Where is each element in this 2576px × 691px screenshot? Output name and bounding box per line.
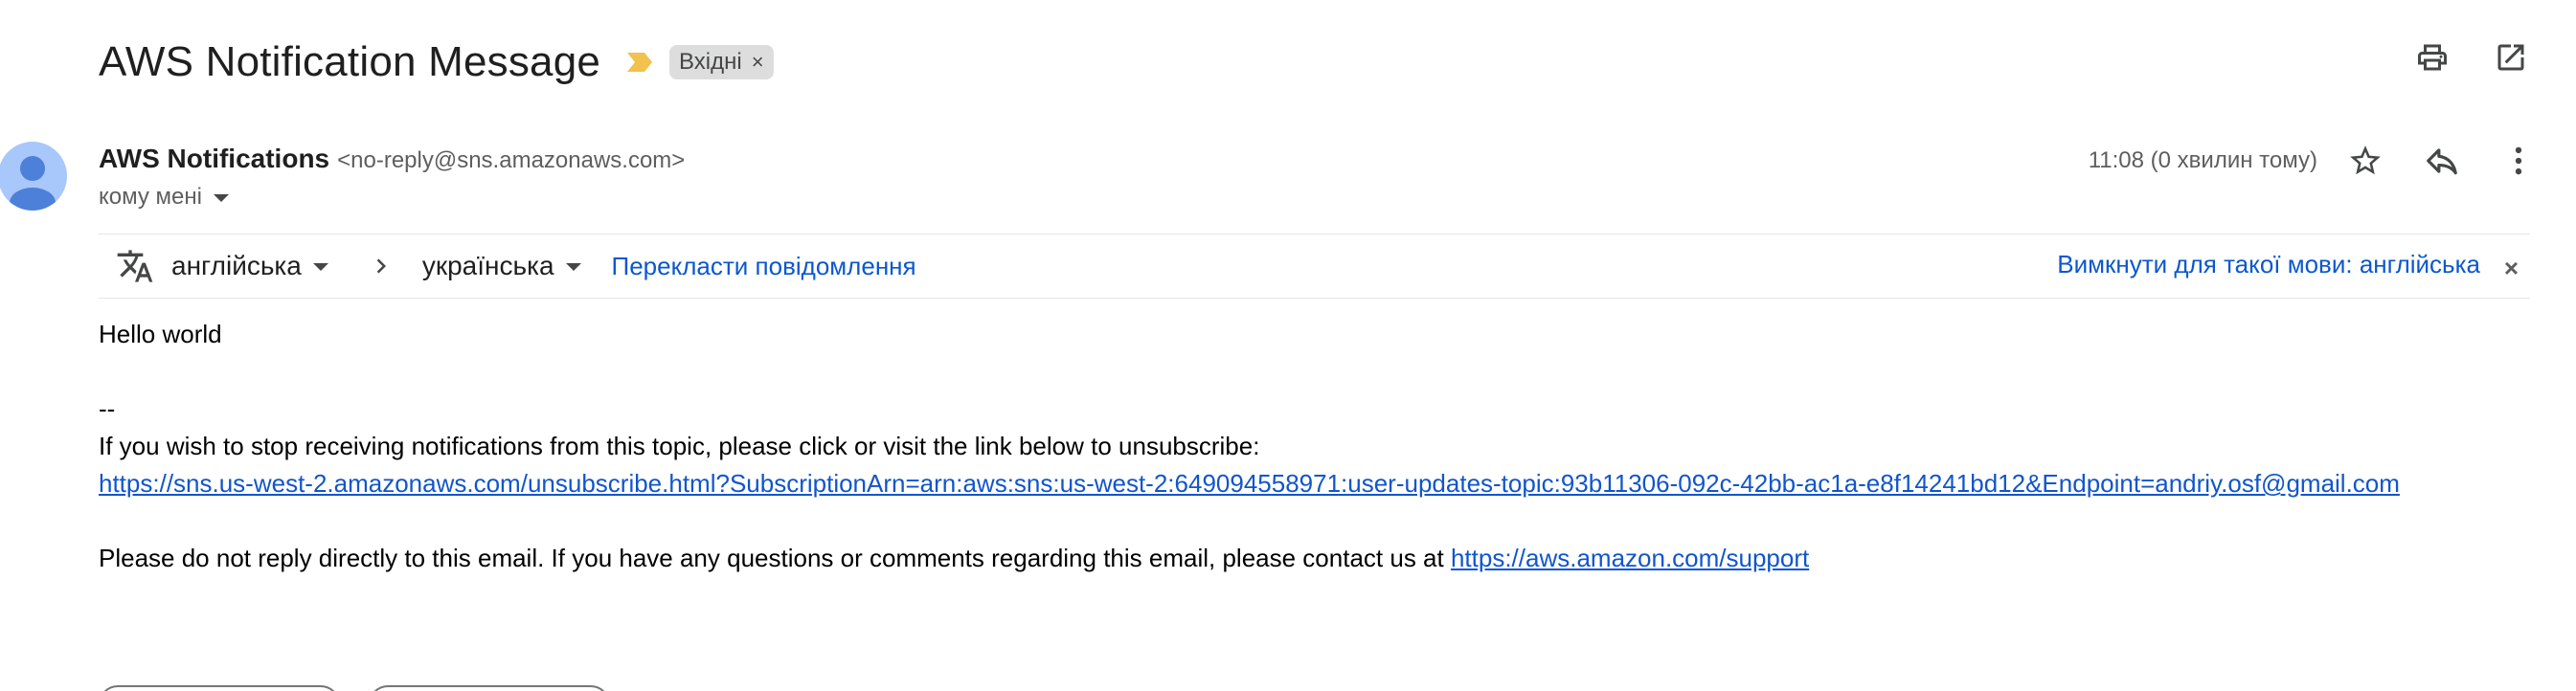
recipients-label: кому мені: [99, 184, 202, 210]
sender-name[interactable]: AWS Notifications: [99, 144, 329, 174]
caret-down-icon: [312, 263, 328, 271]
sender: AWS Notifications <no-reply@sns.amazonaw…: [99, 144, 685, 174]
translate-message-link[interactable]: Перекласти повідомлення: [612, 252, 916, 281]
source-language-label: англійська: [171, 251, 302, 280]
email-subject: AWS Notification Message: [99, 38, 601, 85]
chevron-right-icon: [367, 252, 395, 280]
subject-row: AWS Notification Message Вхідні ×: [99, 29, 774, 96]
signature-separator: --: [99, 394, 116, 423]
reply-icon[interactable]: [2423, 142, 2461, 180]
message-body: Hello world -- If you wish to stop recei…: [99, 316, 2400, 577]
more-vert-icon[interactable]: [2499, 142, 2538, 180]
target-language-label: українська: [421, 251, 554, 280]
inbox-label-chip: Вхідні ×: [669, 45, 774, 79]
inbox-label-text: Вхідні: [679, 49, 742, 75]
message-actions: [2346, 142, 2538, 180]
unsubscribe-link[interactable]: https://sns.us-west-2.amazonaws.com/unsu…: [99, 469, 2400, 498]
sender-avatar[interactable]: [0, 142, 67, 211]
support-link[interactable]: https://aws.amazon.com/support: [1451, 544, 1809, 572]
sender-email: <no-reply@sns.amazonaws.com>: [337, 147, 686, 173]
forward-pill-button[interactable]: [369, 685, 610, 691]
turn-off-translation-link[interactable]: Вимкнути для такої мови: англійська: [2057, 250, 2480, 279]
noreply-text: Please do not reply directly to this ema…: [99, 544, 1451, 572]
open-in-new-window-icon[interactable]: [2492, 38, 2530, 77]
noreply-line: Please do not reply directly to this ema…: [99, 540, 2400, 577]
caret-down-icon: [214, 194, 229, 202]
translate-icon: [116, 247, 154, 285]
source-language-select[interactable]: англійська: [171, 251, 328, 281]
translate-bar: англійська українська Перекласти повідом…: [99, 234, 2530, 299]
star-icon[interactable]: [2346, 142, 2384, 180]
top-actions: [2413, 38, 2530, 77]
unsubscribe-line: https://sns.us-west-2.amazonaws.com/unsu…: [99, 465, 2400, 502]
target-language-select[interactable]: українська: [422, 251, 581, 281]
caret-down-icon: [565, 263, 581, 271]
body-line: Hello world: [99, 320, 222, 348]
importance-marker-icon[interactable]: [625, 51, 654, 74]
email-time: 11:08 (0 хвилин тому): [2088, 147, 2317, 173]
close-translate-bar-button[interactable]: ×: [2504, 254, 2519, 283]
reply-pill-button[interactable]: [99, 685, 340, 691]
recipients-toggle[interactable]: кому мені: [99, 184, 229, 211]
print-icon[interactable]: [2413, 38, 2452, 77]
remove-label-button[interactable]: ×: [752, 50, 764, 75]
unsubscribe-text: If you wish to stop receiving notificati…: [99, 432, 1260, 460]
